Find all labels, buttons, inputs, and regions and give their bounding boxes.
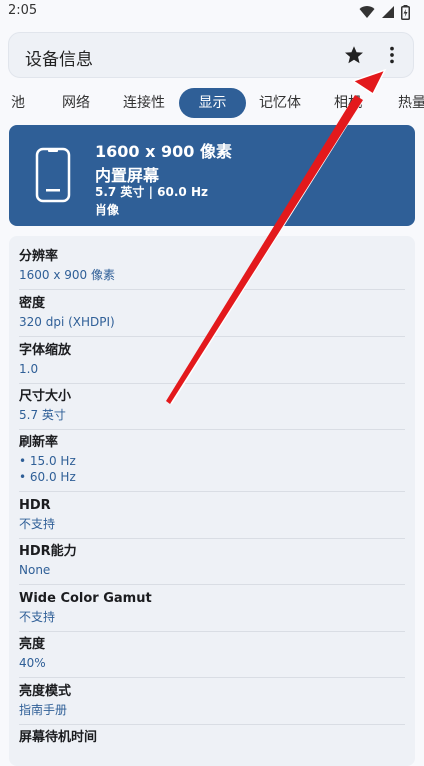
more-options-icon[interactable] — [381, 44, 403, 66]
divider — [19, 724, 405, 725]
item-label: HDR — [19, 498, 51, 513]
divider — [19, 336, 405, 337]
item-value-2: • 60.0 Hz — [19, 470, 76, 484]
app-bar: 设备信息 — [8, 32, 414, 78]
divider — [19, 491, 405, 492]
divider — [19, 677, 405, 678]
item-label: 亮度 — [19, 637, 46, 652]
list-item-refresh-rate: 刷新率 • 15.0 Hz • 60.0 Hz — [19, 435, 405, 492]
divider — [19, 538, 405, 539]
tab-connectivity[interactable]: 连接性 — [116, 88, 172, 118]
item-value: 40% — [19, 656, 46, 670]
item-label: 尺寸大小 — [19, 389, 72, 404]
item-label: 亮度模式 — [19, 684, 72, 699]
display-details-list: 分辨率 1600 x 900 像素 密度 320 dpi (XHDPI) 字体缩… — [9, 236, 415, 766]
divider — [19, 383, 405, 384]
item-value: 不支持 — [19, 610, 56, 624]
tab-memory[interactable]: 记忆体 — [254, 88, 306, 118]
tab-battery[interactable]: 池 — [8, 88, 28, 118]
item-label: 刷新率 — [19, 435, 59, 450]
phone-icon — [35, 147, 71, 203]
star-icon[interactable] — [343, 44, 365, 66]
status-bar: 2:05 — [0, 0, 424, 24]
list-item-hdr-capability: HDR能力 None — [19, 544, 405, 585]
list-item-screen-size: 尺寸大小 5.7 英寸 — [19, 389, 405, 430]
item-label: HDR能力 — [19, 544, 77, 559]
wifi-icon — [359, 6, 375, 19]
tab-network[interactable]: 网络 — [52, 88, 100, 118]
item-value: 5.7 英寸 — [19, 408, 66, 422]
list-item-brightness-mode: 亮度模式 指南手册 — [19, 684, 405, 725]
hero-orientation: 肖像 — [95, 203, 120, 217]
item-value: • 15.0 Hz — [19, 454, 76, 468]
battery-icon — [401, 4, 410, 20]
divider — [19, 429, 405, 430]
list-item-density: 密度 320 dpi (XHDPI) — [19, 296, 405, 337]
divider — [19, 631, 405, 632]
tab-thermal[interactable]: 热量 — [394, 88, 424, 118]
item-value: 指南手册 — [19, 703, 68, 717]
signal-icon — [382, 6, 394, 18]
hero-resolution: 1600 x 900 像素 — [95, 142, 232, 161]
list-item-hdr: HDR 不支持 — [19, 498, 405, 539]
item-value: 1600 x 900 像素 — [19, 268, 115, 282]
item-label: Wide Color Gamut — [19, 591, 152, 606]
list-item-screen-timeout: 屏幕待机时间 — [19, 730, 405, 748]
divider — [19, 584, 405, 585]
tab-display[interactable]: 显示 — [179, 88, 246, 118]
list-item-brightness: 亮度 40% — [19, 637, 405, 678]
display-summary-card: 1600 x 900 像素 内置屏幕 5.7 英寸 | 60.0 Hz 肖像 — [9, 125, 415, 226]
hero-size-refresh: 5.7 英寸 | 60.0 Hz — [95, 185, 208, 199]
status-icons — [359, 4, 410, 20]
item-label: 密度 — [19, 296, 46, 311]
tab-camera[interactable]: 相机 — [330, 88, 366, 118]
item-value: None — [19, 563, 51, 577]
item-value: 320 dpi (XHDPI) — [19, 315, 115, 329]
list-item-font-scale: 字体缩放 1.0 — [19, 343, 405, 384]
list-item-wide-color-gamut: Wide Color Gamut 不支持 — [19, 591, 405, 632]
divider — [19, 289, 405, 290]
item-label: 屏幕待机时间 — [19, 730, 98, 745]
list-item-resolution: 分辨率 1600 x 900 像素 — [19, 249, 405, 290]
item-value: 不支持 — [19, 517, 56, 531]
app-title: 设备信息 — [25, 50, 93, 70]
item-value: 1.0 — [19, 362, 39, 376]
tab-bar: 池 网络 连接性 显示 记忆体 相机 热量 — [0, 84, 424, 124]
item-label: 字体缩放 — [19, 343, 72, 358]
item-label: 分辨率 — [19, 249, 59, 264]
status-time: 2:05 — [8, 3, 38, 18]
